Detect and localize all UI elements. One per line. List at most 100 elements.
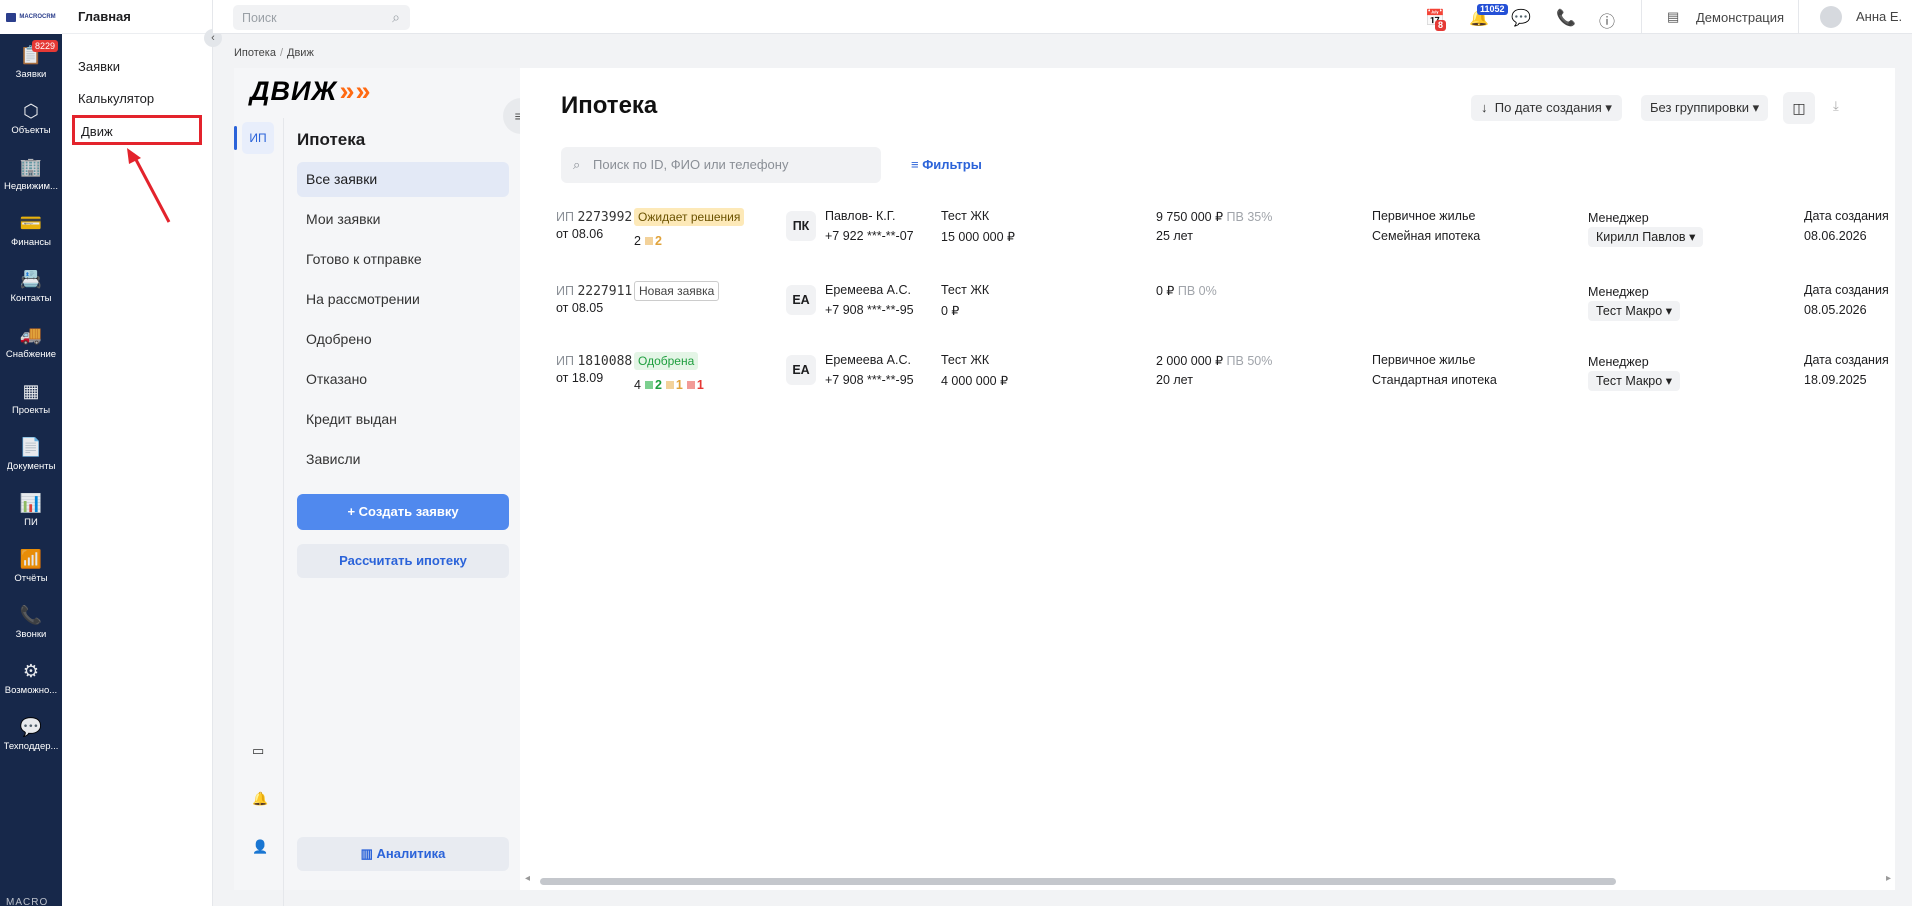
manager-dropdown[interactable]: Тест Макро ▾ [1588, 371, 1680, 391]
rail-item-documents[interactable]: 📄 Документы [0, 426, 62, 482]
mortgage-program: Стандартная ипотека [1372, 373, 1497, 387]
rail-item-objects[interactable]: ⬡ Объекты [0, 90, 62, 146]
created-date: 08.05.2026 [1804, 303, 1867, 317]
rail-item-label: ПИ [24, 516, 38, 528]
plus-icon: + [347, 504, 359, 519]
phone-icon[interactable]: 📞 [1556, 8, 1576, 28]
avatar[interactable] [1820, 6, 1842, 28]
request-id[interactable]: 2227911 [577, 284, 632, 299]
rail-item-contacts[interactable]: 📇 Контакты [0, 258, 62, 314]
red-square-icon [686, 381, 695, 389]
rail-item-label: Возможно... [4, 684, 58, 696]
manager-dropdown[interactable]: Тест Макро ▾ [1588, 301, 1680, 321]
analytics-button[interactable]: ▥ Аналитика [297, 837, 509, 871]
submenu-item-calculator[interactable]: Калькулятор [62, 83, 212, 115]
rail-item-zayavki[interactable]: 📋 Заявки 8229 [0, 34, 62, 90]
count-orange: 2 [654, 234, 662, 248]
client-name[interactable]: Еремеева А.С. [825, 353, 911, 367]
rail-item-calls[interactable]: 📞 Звонки [0, 594, 62, 650]
client-name[interactable]: Павлов- К.Г. [825, 209, 895, 223]
table-row[interactable]: ИП 1810088 от 18.09 Одобрена 4211 ЕА Ере… [520, 352, 1895, 412]
submenu-item-zayavki[interactable]: Заявки [62, 51, 212, 83]
filter-review[interactable]: На рассмотрении [297, 282, 509, 317]
module-tab-ip[interactable]: ИП [242, 122, 274, 154]
brand-chevrons-icon: »» [339, 76, 372, 106]
divider [1798, 0, 1799, 34]
support-icon: 💬 [19, 716, 43, 737]
client-initials: ЕА [786, 355, 816, 385]
rail-item-label: Документы [6, 460, 56, 472]
client-initials: ЕА [786, 285, 816, 315]
manager-dropdown[interactable]: Кирилл Павлов ▾ [1588, 227, 1704, 247]
sort-dropdown[interactable]: ↓ По дате создания ▾ [1471, 95, 1622, 121]
rail-item-support[interactable]: 💬 Техподдер... [0, 706, 62, 762]
group-dropdown[interactable]: Без группировки ▾ [1641, 95, 1769, 121]
scrollbar-thumb[interactable] [540, 878, 1616, 885]
breadcrumb-item[interactable]: Ипотека [234, 47, 276, 59]
rail-item-features[interactable]: ⚙ Возможно... [0, 650, 62, 706]
rail-item-realty[interactable]: 🏢 Недвижим... [0, 146, 62, 202]
bar-chart-icon: ▥ [360, 846, 377, 861]
complex-name: Тест ЖК [941, 353, 990, 367]
status-badge: Одобрена [634, 352, 699, 370]
client-name[interactable]: Еремеева А.С. [825, 283, 911, 297]
download-icon[interactable]: ⤓ [1833, 98, 1839, 114]
filter-approved[interactable]: Одобрено [297, 322, 509, 357]
rail-item-finance[interactable]: 💳 Финансы [0, 202, 62, 258]
scroll-right-icon[interactable]: ▸ [1886, 873, 1891, 884]
request-date: от 08.05 [556, 301, 604, 315]
user-icon[interactable]: 👤 [252, 839, 268, 855]
table-row[interactable]: ИП 2273992 от 08.06 Ожидает решения 22 П… [520, 208, 1895, 268]
bell-icon[interactable]: 🔔 [252, 791, 268, 807]
chevron-down-icon: ▾ [1689, 230, 1696, 244]
manager-name: Тест Макро [1596, 304, 1663, 318]
submenu-title: Главная [62, 0, 212, 34]
info-icon[interactable]: ⓘ [1599, 8, 1615, 32]
count-total: 4 [634, 378, 641, 392]
user-name[interactable]: Анна Е. [1856, 9, 1902, 24]
calculate-mortgage-button[interactable]: Рассчитать ипотеку [297, 544, 509, 578]
horizontal-scrollbar[interactable]: ◂ ▸ [520, 873, 1895, 887]
search-placeholder: Поиск по ID, ФИО или телефону [593, 157, 789, 172]
filter-mine[interactable]: Мои заявки [297, 202, 509, 237]
create-request-button[interactable]: + Создать заявку [297, 494, 509, 530]
filter-ready[interactable]: Готово к отправке [297, 242, 509, 277]
rail-item-reports[interactable]: 📶 Отчёты [0, 538, 62, 594]
filter-rejected[interactable]: Отказано [297, 362, 509, 397]
chat-icon[interactable]: 💬 [1511, 8, 1531, 28]
rail-item-label: Финансы [11, 236, 51, 248]
rail-item-label: Снабжение [5, 348, 57, 360]
briefcase-icon: ▤ [1667, 9, 1680, 24]
chevron-down-icon: ▾ [1665, 304, 1672, 318]
columns-button[interactable]: ◫ [1783, 92, 1815, 124]
rail-item-label: Отчёты [14, 572, 48, 584]
client-phone: +7 908 ***-**-95 [825, 303, 914, 317]
comment-icon[interactable]: ▭ [252, 743, 264, 759]
created-label: Дата создания [1804, 283, 1889, 297]
app-logo[interactable]: MACROCRM [0, 0, 62, 34]
manager-label: Менеджер [1588, 285, 1649, 299]
loan-term: 20 лет [1156, 373, 1193, 387]
filter-stuck[interactable]: Зависли [297, 442, 509, 477]
request-id[interactable]: 2273992 [577, 210, 632, 225]
scroll-left-icon[interactable]: ◂ [525, 873, 530, 884]
filters-button[interactable]: ≡ Фильтры [911, 157, 982, 172]
request-id[interactable]: 1810088 [577, 354, 632, 369]
submenu-item-dvizh[interactable]: Движ [72, 115, 202, 145]
search-icon: ⌕ [392, 9, 400, 25]
objects-icon: ⬡ [23, 100, 39, 121]
count-badge: 8229 [31, 40, 58, 52]
top-bar: Поиск ⌕ 📅 8 🔔 11052 💬 📞 ⓘ ▤ Демонстрация… [213, 0, 1912, 34]
filter-issued[interactable]: Кредит выдан [297, 402, 509, 437]
rail-item-supply[interactable]: 🚚 Снабжение [0, 314, 62, 370]
global-search-input[interactable]: Поиск ⌕ [233, 5, 410, 30]
company-selector[interactable]: Демонстрация [1696, 10, 1784, 25]
module-rail [234, 118, 284, 906]
filter-all[interactable]: Все заявки [297, 162, 509, 197]
rail-item-pi[interactable]: 📊 ПИ [0, 482, 62, 538]
count-orange: 1 [675, 378, 683, 392]
table-row[interactable]: ИП 2227911 от 08.05 Новая заявка ЕА Ерем… [520, 281, 1895, 342]
rail-item-projects[interactable]: ▦ Проекты [0, 370, 62, 426]
requests-search-input[interactable]: ⌕ Поиск по ID, ФИО или телефону [561, 147, 881, 183]
request-date: от 08.06 [556, 227, 604, 241]
